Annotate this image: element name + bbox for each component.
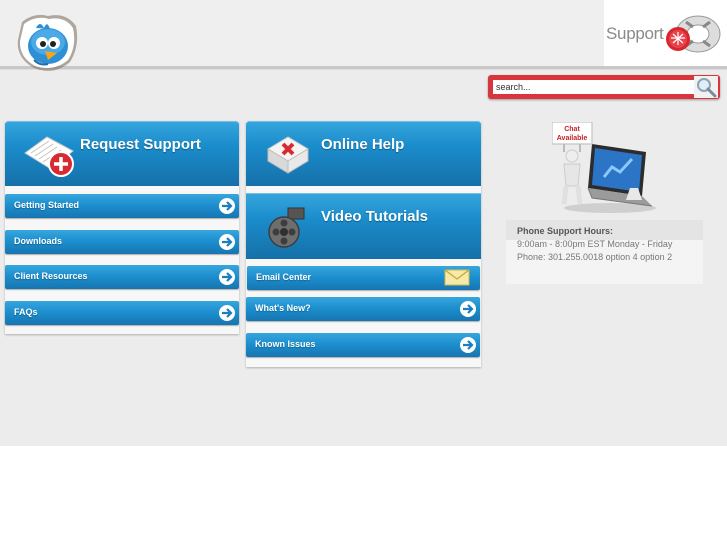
faqs-label: FAQs xyxy=(14,307,38,317)
known-issues-label: Known Issues xyxy=(255,339,316,349)
document-add-icon xyxy=(24,136,74,177)
bird-logo-icon[interactable] xyxy=(14,12,80,74)
film-reel-icon xyxy=(268,207,305,248)
help-panel: Online Help Video Tutorials Email Center… xyxy=(246,121,481,367)
lifering-icon xyxy=(666,15,721,53)
whats-new-link[interactable]: What's New? xyxy=(246,297,480,321)
arrow-right-icon xyxy=(460,301,476,317)
getting-started-label: Getting Started xyxy=(14,200,80,210)
downloads-label: Downloads xyxy=(14,236,63,246)
whats-new-label: What's New? xyxy=(255,303,311,313)
phone-support-panel: Phone Support Hours: 9:00am - 8:00pm EST… xyxy=(506,220,703,284)
video-tutorials-title: Video Tutorials xyxy=(321,208,428,225)
search-bar xyxy=(488,75,720,99)
email-center-link[interactable]: Email Center xyxy=(247,266,480,290)
client-resources-label: Client Resources xyxy=(14,271,88,281)
request-support-title: Request Support xyxy=(80,136,201,153)
first-aid-kit-icon xyxy=(267,136,309,174)
video-tutorials-header[interactable]: Video Tutorials xyxy=(246,193,481,259)
arrow-right-icon xyxy=(219,269,235,285)
phone-support-hours: 9:00am - 8:00pm EST Monday - Friday xyxy=(517,239,673,249)
search-input[interactable] xyxy=(493,80,699,94)
phone-support-number: Phone: 301.255.0018 option 4 option 2 xyxy=(517,252,673,262)
downloads-link[interactable]: Downloads xyxy=(5,230,239,254)
chat-available-illustration[interactable]: Chat Available xyxy=(552,122,660,214)
online-help-header[interactable]: Online Help xyxy=(246,121,481,186)
support-label: Support xyxy=(606,24,664,43)
online-help-title: Online Help xyxy=(321,136,405,153)
email-center-label: Email Center xyxy=(256,272,312,282)
envelope-icon xyxy=(444,269,470,286)
faqs-link[interactable]: FAQs xyxy=(5,301,239,325)
request-support-header[interactable]: Request Support xyxy=(5,121,239,186)
getting-started-link[interactable]: Getting Started xyxy=(5,194,239,218)
known-issues-link[interactable]: Known Issues xyxy=(246,333,480,357)
support-badge[interactable]: Support xyxy=(604,0,727,66)
request-support-panel: Request Support Getting Started Download… xyxy=(5,121,239,334)
arrow-right-icon xyxy=(219,234,235,250)
arrow-right-icon xyxy=(219,305,235,321)
phone-support-header: Phone Support Hours: xyxy=(506,220,703,240)
search-icon[interactable] xyxy=(694,76,718,98)
chat-sign-line2: Available xyxy=(557,135,588,142)
header-divider xyxy=(0,66,727,70)
client-resources-link[interactable]: Client Resources xyxy=(5,265,239,289)
arrow-right-icon xyxy=(460,337,476,353)
chat-sign-line1: Chat xyxy=(564,126,580,133)
arrow-right-icon xyxy=(219,198,235,214)
phone-support-title: Phone Support Hours: xyxy=(517,226,613,236)
